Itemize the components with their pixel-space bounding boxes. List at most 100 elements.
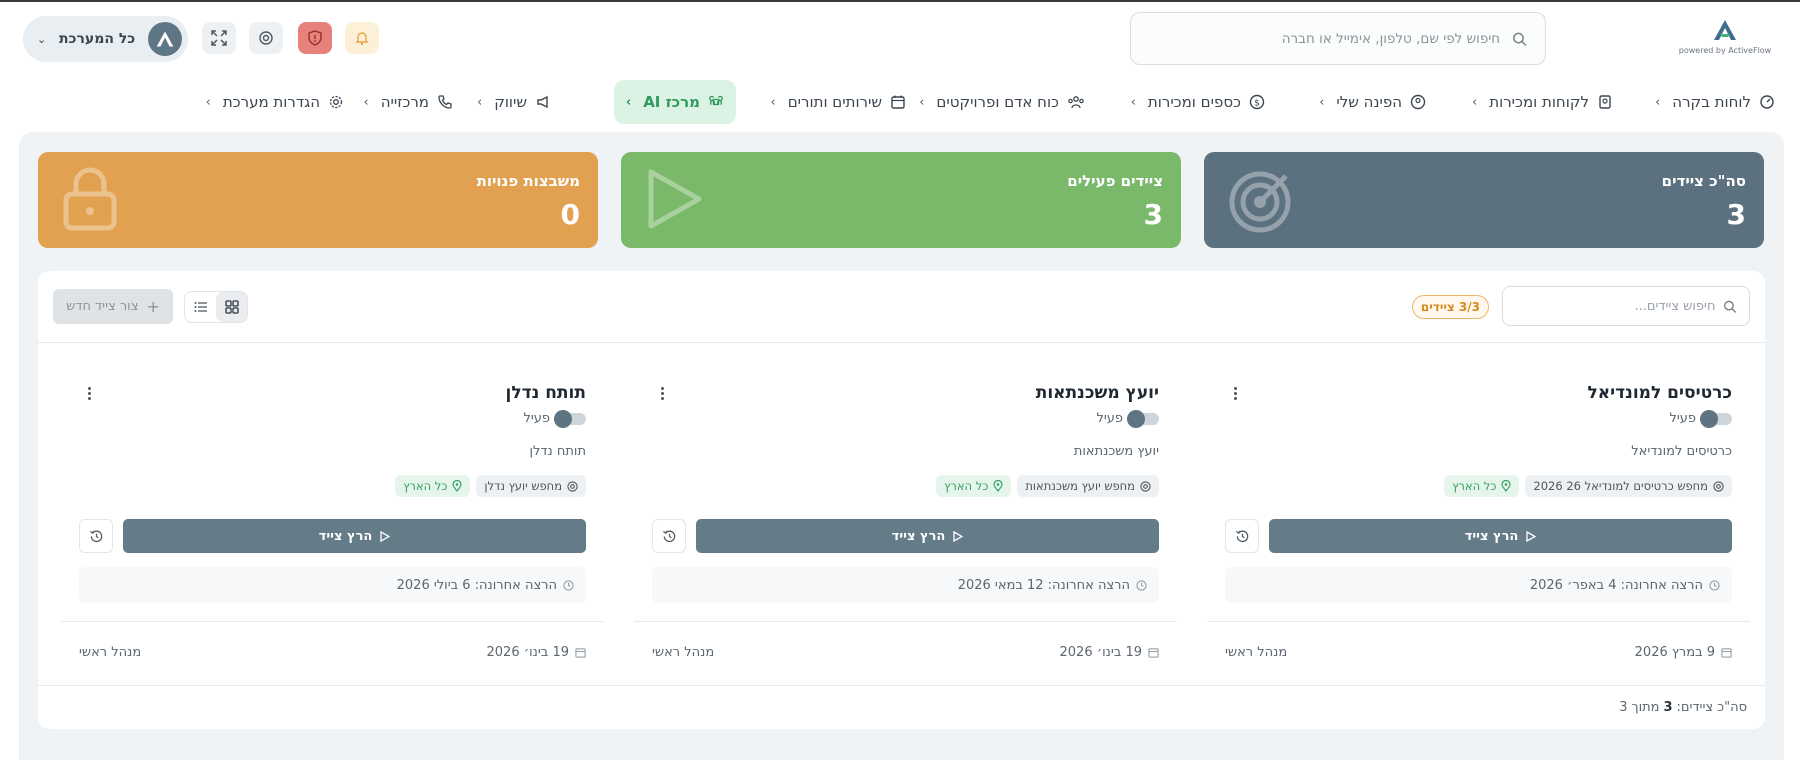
list-icon <box>194 302 207 312</box>
agent-search[interactable] <box>1502 286 1750 326</box>
search-query-tag: מחפש יועץ משכנתאות <box>1017 475 1159 497</box>
agent-tags: מחפש כרטיסים למונדיאל 26 2026 כל הארץ <box>1444 475 1732 497</box>
play-icon <box>1526 530 1537 542</box>
history-icon <box>1235 530 1248 542</box>
last-run-info: הרצה אחרונה: 12 במאי 2026 <box>652 567 1159 603</box>
phone-icon <box>438 95 452 109</box>
fullscreen-button[interactable] <box>202 22 236 54</box>
location-tag: כל הארץ <box>1444 475 1520 497</box>
target-icon <box>1229 171 1291 233</box>
stat-label: ציידים פעילים <box>1067 172 1163 190</box>
system-selector[interactable]: ⌄ כל המערכת <box>23 16 188 62</box>
run-agent-button[interactable]: הרץ צייד <box>1269 519 1732 553</box>
chevron-icon: › <box>1319 94 1325 110</box>
brand-logo[interactable]: powered by ActiveFlow <box>1670 18 1780 55</box>
main-nav: לוחות בקרה › לקוחות ומכירות › הפינה שלי … <box>0 80 1800 124</box>
bell-icon <box>355 32 369 46</box>
system-selector-label: כל המערכת <box>58 31 136 47</box>
notifications-button[interactable] <box>345 22 379 54</box>
nav-item-pbx[interactable]: מרכזייה › <box>364 80 454 124</box>
avatar[interactable] <box>148 22 182 56</box>
lock-icon <box>63 167 117 231</box>
view-toggle <box>184 291 248 323</box>
history-button[interactable] <box>79 519 113 553</box>
global-search[interactable] <box>1130 12 1546 65</box>
search-icon <box>1513 32 1527 46</box>
summary-shown: 3 <box>1663 700 1673 715</box>
nav-item-dashboards[interactable]: לוחות בקרה › <box>1655 80 1775 124</box>
active-toggle[interactable] <box>1127 409 1159 428</box>
active-toggle[interactable] <box>554 409 586 428</box>
active-toggle[interactable] <box>1700 409 1732 428</box>
agents-summary: סה"כ ציידים: 3 מתוך 3 <box>38 685 1765 729</box>
list-view-button[interactable] <box>185 292 216 322</box>
play-icon <box>648 169 702 229</box>
calendar-icon <box>1148 648 1159 658</box>
history-icon <box>89 530 102 542</box>
help-button[interactable] <box>249 22 283 54</box>
chevron-icon: › <box>625 94 632 110</box>
location-tag: כל הארץ <box>395 475 471 497</box>
play-icon <box>380 530 391 542</box>
agent-card: כרטיסים למונדיאל פעיל כרטיסים למונדיאל מ… <box>1192 343 1765 660</box>
nav-item-my-corner[interactable]: הפינה שלי › <box>1319 80 1426 124</box>
clock-icon <box>563 579 574 591</box>
chevron-down-icon: ⌄ <box>37 32 47 46</box>
chevron-icon: › <box>1130 94 1136 110</box>
chevron-icon: › <box>205 94 211 110</box>
last-run-info: הרצה אחרונה: 6 ביולי 2026 <box>79 567 586 603</box>
nav-item-marketing[interactable]: שיווק › <box>477 80 551 124</box>
grid-view-button[interactable] <box>216 292 247 322</box>
agent-card-footer: 9 במרץ 2026 מנהל ראשי <box>1207 621 1750 683</box>
more-options-icon[interactable] <box>1225 383 1245 403</box>
run-agent-button[interactable]: הרץ צייד <box>696 519 1159 553</box>
history-button[interactable] <box>1225 519 1259 553</box>
nav-item-label: הגדרות מערכת <box>222 93 320 111</box>
nav-item-label: מרכז AI <box>643 93 700 111</box>
target-icon <box>567 480 578 492</box>
agent-tags: מחפש יועץ נדלן כל הארץ <box>395 475 586 497</box>
lifebuoy-icon <box>259 31 273 45</box>
main-content: סה"כ ציידים 3 ציידים פעילים 3 משבצות פנו… <box>19 132 1784 760</box>
history-button[interactable] <box>652 519 686 553</box>
calendar-icon <box>575 648 586 658</box>
nav-item-label: כוח אדם ופרויקטים <box>936 93 1059 111</box>
chevron-icon: › <box>919 94 925 110</box>
agent-search-input[interactable] <box>1515 298 1716 314</box>
new-agent-label: צור צייד חדש <box>66 299 139 314</box>
run-agent-button[interactable]: הרץ צייד <box>123 519 586 553</box>
dollar-icon: $ <box>1249 94 1265 110</box>
more-options-icon[interactable] <box>652 383 672 403</box>
plus-icon: + <box>146 297 160 316</box>
agent-title: יועץ משכנתאות <box>1035 383 1159 403</box>
nav-item-workforce[interactable]: כוח אדם ופרויקטים › <box>919 80 1085 124</box>
map-pin-icon <box>1501 480 1511 492</box>
owner-name: מנהל ראשי <box>652 645 715 660</box>
agent-status: פעיל <box>523 409 586 428</box>
chevron-icon: › <box>770 94 776 110</box>
agent-card-footer: 19 בינו׳ 2026 מנהל ראשי <box>634 621 1177 683</box>
nav-item-ai-center[interactable]: מרכז AI › <box>613 80 736 124</box>
play-icon <box>953 530 964 542</box>
security-button[interactable] <box>298 22 332 54</box>
owner-name: מנהל ראשי <box>1225 645 1288 660</box>
nav-item-label: כספים ומכירות <box>1147 93 1241 111</box>
chevron-icon: › <box>1655 94 1661 110</box>
chevron-icon: › <box>1472 94 1478 110</box>
nav-item-settings[interactable]: הגדרות מערכת › <box>206 80 344 124</box>
status-label: פעיל <box>523 411 550 426</box>
map-pin-icon <box>452 480 462 492</box>
nav-item-customers[interactable]: לקוחות ומכירות › <box>1472 80 1613 124</box>
nav-item-finance[interactable]: $ כספים ומכירות › <box>1131 80 1265 124</box>
more-options-icon[interactable] <box>79 383 99 403</box>
logo-icon <box>156 31 174 47</box>
map-pin-icon <box>993 480 1003 492</box>
stat-card-total: סה"כ ציידים 3 <box>1204 152 1764 248</box>
nav-item-services[interactable]: שירותים ותורים › <box>771 80 906 124</box>
brand-caption: powered by ActiveFlow <box>1678 46 1772 55</box>
agent-title: כרטיסים למונדיאל <box>1587 383 1732 403</box>
new-agent-button[interactable]: + צור צייד חדש <box>53 289 173 324</box>
stat-value: 3 <box>1726 198 1746 231</box>
status-label: פעיל <box>1669 411 1696 426</box>
global-search-input[interactable] <box>1149 30 1501 47</box>
